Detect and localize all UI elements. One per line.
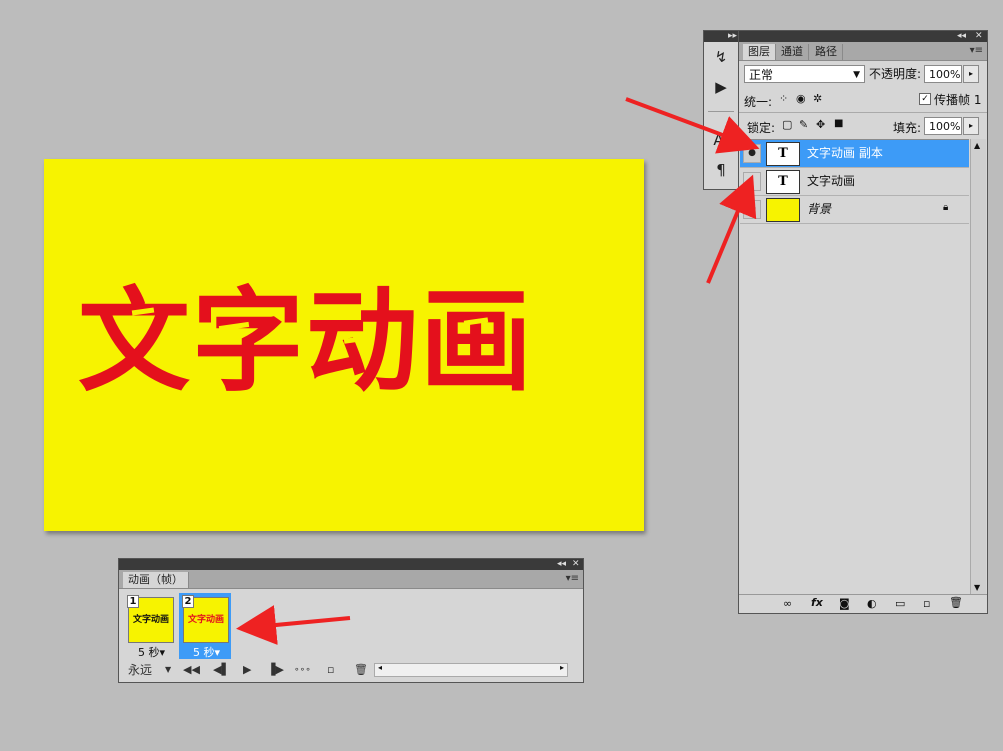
arrow-to-frame-2: [236, 605, 351, 645]
arrow-to-layer-copy: [625, 97, 760, 154]
arrow-to-hidden-layer: [706, 174, 757, 284]
annotation-arrows: [236, 97, 760, 645]
